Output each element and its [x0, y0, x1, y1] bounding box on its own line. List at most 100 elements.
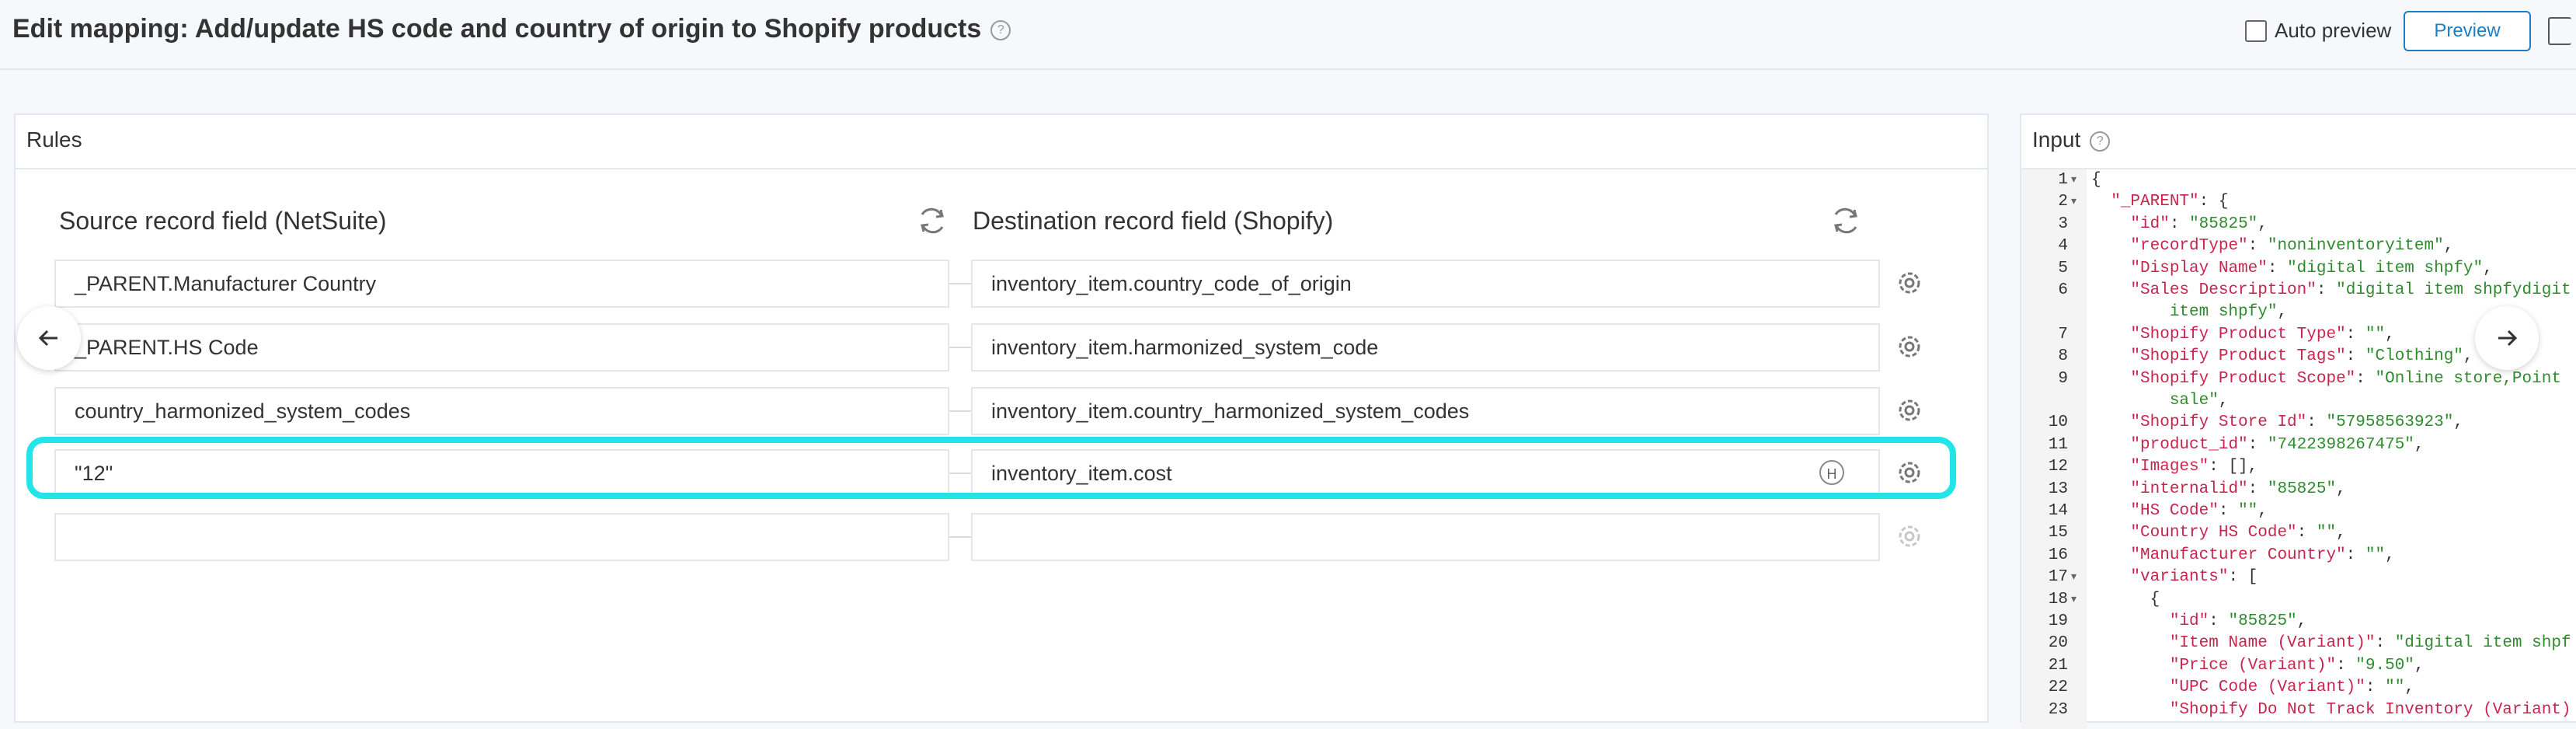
- source-field-input[interactable]: "12": [54, 449, 949, 497]
- destination-field-input[interactable]: inventory_item.country_code_of_origin: [971, 260, 1880, 308]
- code-token: "Sales Description": [2130, 281, 2317, 299]
- destination-field-input[interactable]: inventory_item.harmonized_system_code: [971, 323, 1880, 371]
- settings-gear-icon[interactable]: [1894, 457, 1925, 488]
- code-token: ,: [2296, 612, 2307, 630]
- code-token: : [],: [2209, 458, 2258, 476]
- code-text: "Shopify Do Not Track Inventory (Variant…: [2091, 699, 2571, 721]
- code-text: sale",: [2091, 390, 2229, 412]
- code-token: "": [2238, 502, 2258, 520]
- code-token: :: [2247, 435, 2268, 454]
- line-number: 15: [2048, 524, 2068, 542]
- settings-gear-icon[interactable]: [1894, 267, 1925, 298]
- code-token: "57958563923": [2326, 413, 2454, 432]
- hardcoded-badge[interactable]: H: [1819, 460, 1844, 485]
- next-button[interactable]: [2475, 306, 2539, 370]
- code-text: {: [2091, 589, 2160, 611]
- code-text: "Shopify Product Type": "",: [2091, 324, 2394, 346]
- refresh-source-icon[interactable]: [915, 204, 949, 238]
- destination-field-input[interactable]: [971, 513, 1880, 561]
- code-token: :: [2267, 259, 2288, 277]
- code-token: "HS Code": [2130, 502, 2219, 520]
- line-number: 10: [2048, 413, 2068, 432]
- previous-button[interactable]: [17, 306, 81, 370]
- line-number: 16: [2048, 546, 2068, 564]
- fold-toggle-icon[interactable]: ▾: [2071, 567, 2076, 588]
- code-token: ,: [2336, 480, 2346, 498]
- line-number: 11: [2048, 435, 2068, 454]
- source-field-input[interactable]: country_harmonized_system_codes: [54, 387, 949, 435]
- fold-toggle-icon[interactable]: ▾: [2071, 191, 2076, 213]
- line-number: 12: [2048, 458, 2068, 476]
- code-line: 19 "id": "85825",: [2021, 611, 2576, 633]
- source-field-input[interactable]: [54, 513, 949, 561]
- code-token: "": [2365, 325, 2386, 344]
- code-token: "Shopify Product Scope": [2130, 369, 2356, 388]
- line-number: 7: [2058, 325, 2068, 344]
- help-icon[interactable]: ?: [990, 20, 1011, 41]
- code-line: 21 "Price (Variant)": "9.50",: [2021, 655, 2576, 677]
- code-line: 14 "HS Code": "",: [2021, 501, 2576, 522]
- code-token: : [: [2228, 568, 2258, 587]
- auto-preview-checkbox[interactable]: [2245, 19, 2267, 42]
- code-token: ,: [2336, 524, 2346, 542]
- code-token: ,: [2257, 215, 2268, 233]
- mapping-connector: [949, 536, 971, 538]
- line-number: 13: [2048, 480, 2068, 498]
- code-token: "digital item shpfy": [2287, 259, 2484, 277]
- panel-layout-icon[interactable]: [2548, 17, 2571, 45]
- settings-gear-icon[interactable]: [1894, 395, 1925, 426]
- preview-button[interactable]: Preview: [2404, 11, 2531, 51]
- code-line: 18 ▾ {: [2021, 589, 2576, 611]
- code-token: "": [2316, 524, 2337, 542]
- destination-field-input[interactable]: inventory_item.cost: [971, 449, 1880, 497]
- code-line: 1 ▾ {: [2021, 169, 2576, 191]
- code-token: :: [2247, 237, 2268, 256]
- destination-field-input[interactable]: inventory_item.country_harmonized_system…: [971, 387, 1880, 435]
- code-token: {: [2091, 171, 2101, 189]
- code-text: "id": "85825",: [2091, 611, 2306, 633]
- code-token: "Shopify Do Not Track Inventory (Variant…: [2169, 700, 2571, 719]
- code-text: item shpfy",: [2091, 302, 2287, 323]
- fold-toggle-icon[interactable]: ▾: [2071, 589, 2076, 611]
- code-text: "Shopify Store Id": "57958563923",: [2091, 412, 2463, 434]
- code-line: 5 "Display Name": "digital item shpfy",: [2021, 258, 2576, 280]
- refresh-destination-icon[interactable]: [1829, 204, 1863, 238]
- code-token: sale": [2091, 392, 2219, 410]
- line-number: 21: [2048, 656, 2068, 675]
- code-line: 2 ▾ "_PARENT": {: [2021, 191, 2576, 213]
- code-line: 15 "Country HS Code": "",: [2021, 522, 2576, 544]
- source-field-input[interactable]: _PARENT.Manufacturer Country: [54, 260, 949, 308]
- code-line: 23 "Shopify Do Not Track Inventory (Vari…: [2021, 699, 2576, 721]
- source-field-input[interactable]: _PARENT.HS Code: [54, 323, 949, 371]
- code-text: "product_id": "7422398267475",: [2091, 434, 2425, 456]
- code-token: "7422398267475": [2267, 435, 2414, 454]
- line-number: 4: [2058, 237, 2068, 256]
- fold-toggle-icon[interactable]: ▾: [2071, 169, 2076, 191]
- code-token: :: [2296, 524, 2317, 542]
- code-token: ,: [2443, 237, 2454, 256]
- code-token: "9.50": [2355, 656, 2414, 675]
- auto-preview-toggle[interactable]: Auto preview: [2245, 19, 2391, 43]
- code-line: 3 "id": "85825",: [2021, 214, 2576, 235]
- code-token: ,: [2414, 435, 2425, 454]
- code-token: :: [2345, 546, 2365, 564]
- code-text: "internalid": "85825",: [2091, 479, 2346, 501]
- code-token: : {: [2198, 193, 2229, 211]
- code-token: "internalid": [2130, 480, 2248, 498]
- code-token: "digital item shpf: [2394, 634, 2571, 653]
- code-token: "Shopify Product Type": [2130, 325, 2346, 344]
- help-icon[interactable]: ?: [2090, 131, 2111, 152]
- code-token: :: [2169, 215, 2190, 233]
- code-line: 12 "Images": [],: [2021, 456, 2576, 478]
- settings-gear-icon[interactable]: [1894, 331, 1925, 362]
